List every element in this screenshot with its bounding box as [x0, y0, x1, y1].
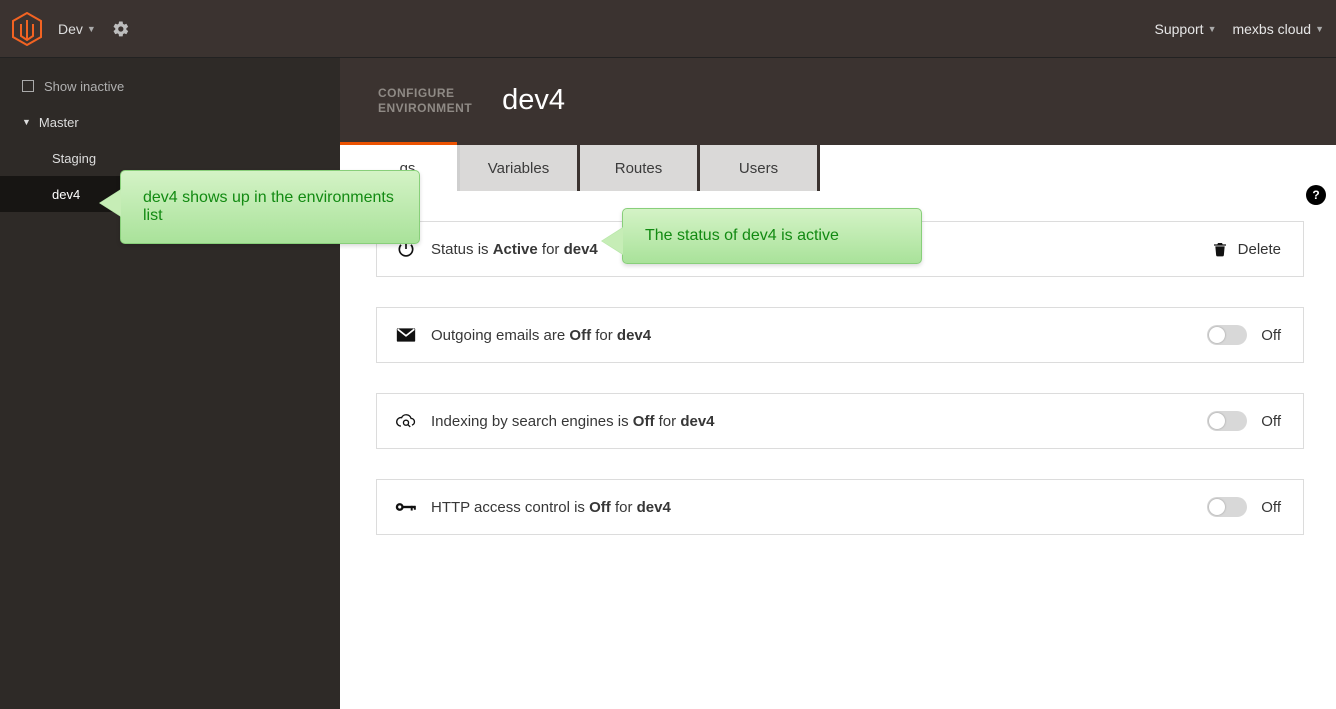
- tab-label: Variables: [488, 160, 549, 177]
- environments-sidebar: Show inactive ▼ Master Staging dev4: [0, 58, 340, 709]
- help-icon[interactable]: ?: [1306, 185, 1326, 205]
- show-inactive-checkbox[interactable]: Show inactive: [22, 79, 124, 94]
- status-text: Status is Active for dev4: [431, 241, 598, 258]
- tab-label: Routes: [615, 160, 663, 177]
- emails-text: Outgoing emails are Off for dev4: [431, 327, 651, 344]
- config-env-name: dev4: [502, 84, 565, 117]
- http-access-text: HTTP access control is Off for dev4: [431, 499, 671, 516]
- config-header: CONFIGUREENVIRONMENT dev4: [340, 58, 1336, 145]
- account-label: mexbs cloud: [1232, 21, 1311, 37]
- support-menu[interactable]: Support ▼: [1155, 21, 1217, 37]
- http-access-toggle[interactable]: [1207, 497, 1247, 517]
- tab-variables[interactable]: Variables: [460, 145, 580, 191]
- indexing-toggle[interactable]: [1207, 411, 1247, 431]
- http-access-card: HTTP access control is Off for dev4 Off: [376, 479, 1304, 535]
- annotation-callout-sidebar: dev4 shows up in the environments list: [120, 170, 420, 244]
- http-access-toggle-label: Off: [1261, 499, 1281, 516]
- env-row-master[interactable]: ▼ Master: [0, 104, 340, 140]
- project-label: Dev: [58, 21, 83, 37]
- delete-label: Delete: [1238, 241, 1281, 258]
- magento-logo-icon: [12, 12, 42, 46]
- annotation-callout-status: The status of dev4 is active: [622, 208, 922, 264]
- emails-toggle-label: Off: [1261, 327, 1281, 344]
- key-icon: [395, 496, 417, 518]
- config-kicker: CONFIGUREENVIRONMENT: [378, 86, 472, 116]
- tab-label: Users: [739, 160, 778, 177]
- env-row-label: dev4: [52, 187, 80, 202]
- caret-down-icon: ▼: [87, 24, 96, 34]
- emails-toggle[interactable]: [1207, 325, 1247, 345]
- delete-environment-button[interactable]: Delete: [1212, 240, 1281, 258]
- settings-content: ? Status is Active for dev4 Delete: [340, 191, 1336, 605]
- tab-strip: gs Variables Routes Users: [340, 145, 1336, 191]
- show-inactive-label: Show inactive: [44, 79, 124, 94]
- callout-text: dev4 shows up in the environments list: [143, 189, 394, 224]
- env-row-label: Master: [39, 115, 79, 130]
- callout-text: The status of dev4 is active: [645, 227, 839, 244]
- env-row-label: Staging: [52, 151, 96, 166]
- main-panel: CONFIGUREENVIRONMENT dev4 gs Variables R…: [340, 58, 1336, 709]
- checkbox-icon: [22, 80, 34, 92]
- tab-routes[interactable]: Routes: [580, 145, 700, 191]
- project-selector[interactable]: Dev ▼: [58, 21, 96, 37]
- outgoing-emails-card: Outgoing emails are Off for dev4 Off: [376, 307, 1304, 363]
- tab-users[interactable]: Users: [700, 145, 820, 191]
- cloud-search-icon: [395, 410, 417, 432]
- indexing-text: Indexing by search engines is Off for de…: [431, 413, 715, 430]
- mail-icon: [395, 324, 417, 346]
- support-label: Support: [1155, 21, 1204, 37]
- disclosure-triangle-icon: ▼: [22, 117, 31, 127]
- account-menu[interactable]: mexbs cloud ▼: [1232, 21, 1324, 37]
- trash-icon: [1212, 240, 1228, 258]
- caret-down-icon: ▼: [1315, 24, 1324, 34]
- settings-gear-icon[interactable]: [112, 20, 130, 38]
- topbar: Dev ▼ Support ▼ mexbs cloud ▼: [0, 0, 1336, 58]
- status-card: Status is Active for dev4 Delete The sta…: [376, 221, 1304, 277]
- caret-down-icon: ▼: [1208, 24, 1217, 34]
- search-indexing-card: Indexing by search engines is Off for de…: [376, 393, 1304, 449]
- indexing-toggle-label: Off: [1261, 413, 1281, 430]
